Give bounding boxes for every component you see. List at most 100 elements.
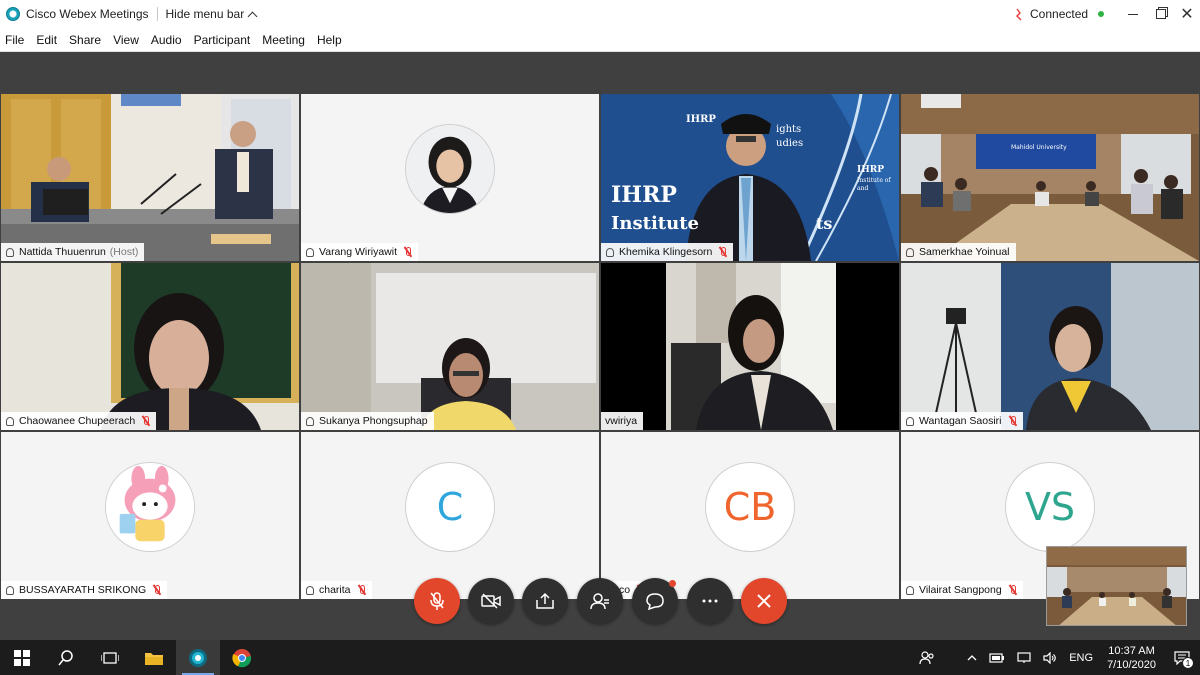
participant-video [901,263,1199,430]
participant-avatar [105,462,195,552]
meeting-controls [0,578,1200,626]
participant-video [1,94,299,261]
participant-tile[interactable]: Chaowanee Chupeerach [1,263,299,430]
notification-count-badge: 1 [1182,657,1194,669]
people-icon [919,650,934,664]
participant-name: Sukanya Phongsuphap [319,415,428,427]
people-button[interactable] [913,640,941,675]
chrome-icon [232,648,252,667]
mute-button[interactable] [414,578,460,624]
hide-menu-bar-button[interactable]: Hide menu bar [166,7,258,21]
participant-video: IHRP Institute IHRP ights udies ts IHRP … [601,94,899,261]
participant-name: vwiriya [605,415,638,427]
participant-name-tag: Samerkhae Yoinual [901,243,1016,261]
participant-video [301,263,599,430]
menu-view[interactable]: View [107,33,145,47]
menu-audio[interactable]: Audio [145,33,188,47]
audio-icon [305,416,315,426]
show-hidden-icons-button[interactable] [961,640,983,675]
participant-tile[interactable]: IHRP Institute IHRP ights udies ts IHRP … [601,94,899,261]
participant-name-tag: Nattida Thuuenrun (Host) [1,243,145,261]
muted-icon [142,415,150,427]
connection-status[interactable]: Connected [1014,0,1105,28]
participant-name-tag: Khemika Klingesorn [601,243,734,261]
more-button[interactable] [687,578,733,624]
task-view-button[interactable] [88,640,132,675]
volume-button[interactable] [1037,640,1063,675]
participant-tile[interactable]: CB co [601,432,899,599]
taskbar-clock[interactable]: 10:37 AM 7/10/2020 [1099,644,1164,672]
action-center-button[interactable]: 1 [1164,640,1200,675]
clock-time: 10:37 AM [1108,644,1155,657]
menu-meeting[interactable]: Meeting [256,33,311,47]
host-label: (Host) [109,246,139,258]
banner-text: Mahidol University [1011,144,1067,151]
system-tray: ENG 10:37 AM 7/10/2020 1 [913,640,1200,675]
participant-name: Samerkhae Yoinual [919,246,1010,258]
ethernet-icon [1017,651,1031,663]
share-button[interactable] [522,578,568,624]
close-icon [757,594,771,608]
audio-icon [305,247,315,257]
participants-button[interactable] [577,578,623,624]
participant-name-tag: Chaowanee Chupeerach [1,412,157,430]
menu-share[interactable]: Share [63,33,107,47]
participant-name: Varang Wiriyawit [319,246,397,258]
video-button[interactable] [468,578,514,624]
participant-tile[interactable]: Nattida Thuuenrun (Host) [1,94,299,261]
window-title: Cisco Webex Meetings [26,7,149,21]
participant-name: Wantagan Saosiri [919,415,1002,427]
windows-logo-icon [14,649,30,666]
taskbar-search-button[interactable] [44,640,88,675]
participant-tile[interactable]: Mahidol University Samerkhae Yoinual [901,94,1199,261]
menu-participant[interactable]: Participant [188,33,257,47]
start-button[interactable] [0,640,44,675]
audio-icon [905,247,915,257]
audio-icon [5,416,15,426]
menu-file[interactable]: File [0,33,30,47]
battery-button[interactable] [983,640,1011,675]
menu-help[interactable]: Help [311,33,348,47]
self-view-video[interactable] [1046,546,1187,626]
backdrop-text: ights [776,124,801,135]
participant-tile[interactable]: Wantagan Saosiri [901,263,1199,430]
clock-date: 7/10/2020 [1107,658,1156,671]
network-tray-button[interactable] [1011,640,1037,675]
audio-icon [5,247,15,257]
leave-meeting-button[interactable] [741,578,787,624]
audio-icon [605,247,615,257]
participant-video: Mahidol University [901,94,1199,261]
video-grid: Nattida Thuuenrun (Host) Varang Wiriyawi… [0,52,1200,640]
muted-icon [404,246,412,258]
chat-icon [646,593,664,610]
participant-name-tag: Sukanya Phongsuphap [301,412,434,430]
file-explorer-button[interactable] [132,640,176,675]
participant-tile[interactable]: Sukanya Phongsuphap [301,263,599,430]
input-language-button[interactable]: ENG [1063,640,1099,675]
chrome-taskbar-button[interactable] [220,640,264,675]
participant-tile[interactable]: Varang Wiriyawit [301,94,599,261]
folder-icon [145,652,163,665]
participant-tile[interactable]: C charita [301,432,599,599]
backdrop-text: IHRP [857,165,884,175]
chat-button[interactable] [632,578,678,624]
speaker-icon [1043,651,1057,664]
cartoon-avatar-icon [106,463,194,551]
windows-taskbar: ENG 10:37 AM 7/10/2020 1 [0,640,1200,675]
self-view-video-feed [1047,547,1186,625]
participant-tile[interactable]: vwiriya [601,263,899,430]
initials-avatar: CB [705,462,795,552]
avatar-photo [406,125,494,213]
participants-icon [590,593,609,610]
task-view-icon [101,651,119,664]
network-icon [1016,8,1022,20]
participant-tile[interactable]: BUSSAYARATH SRIKONG [1,432,299,599]
connected-dot-icon [1098,11,1105,17]
menu-edit[interactable]: Edit [30,33,63,47]
participant-name: Chaowanee Chupeerach [19,415,136,427]
connection-status-label: Connected [1030,7,1089,21]
muted-icon [1009,415,1017,427]
webex-taskbar-button[interactable] [176,640,220,675]
minimize-button[interactable] [1118,0,1148,28]
close-window-button[interactable]: ✕ [1172,0,1200,28]
